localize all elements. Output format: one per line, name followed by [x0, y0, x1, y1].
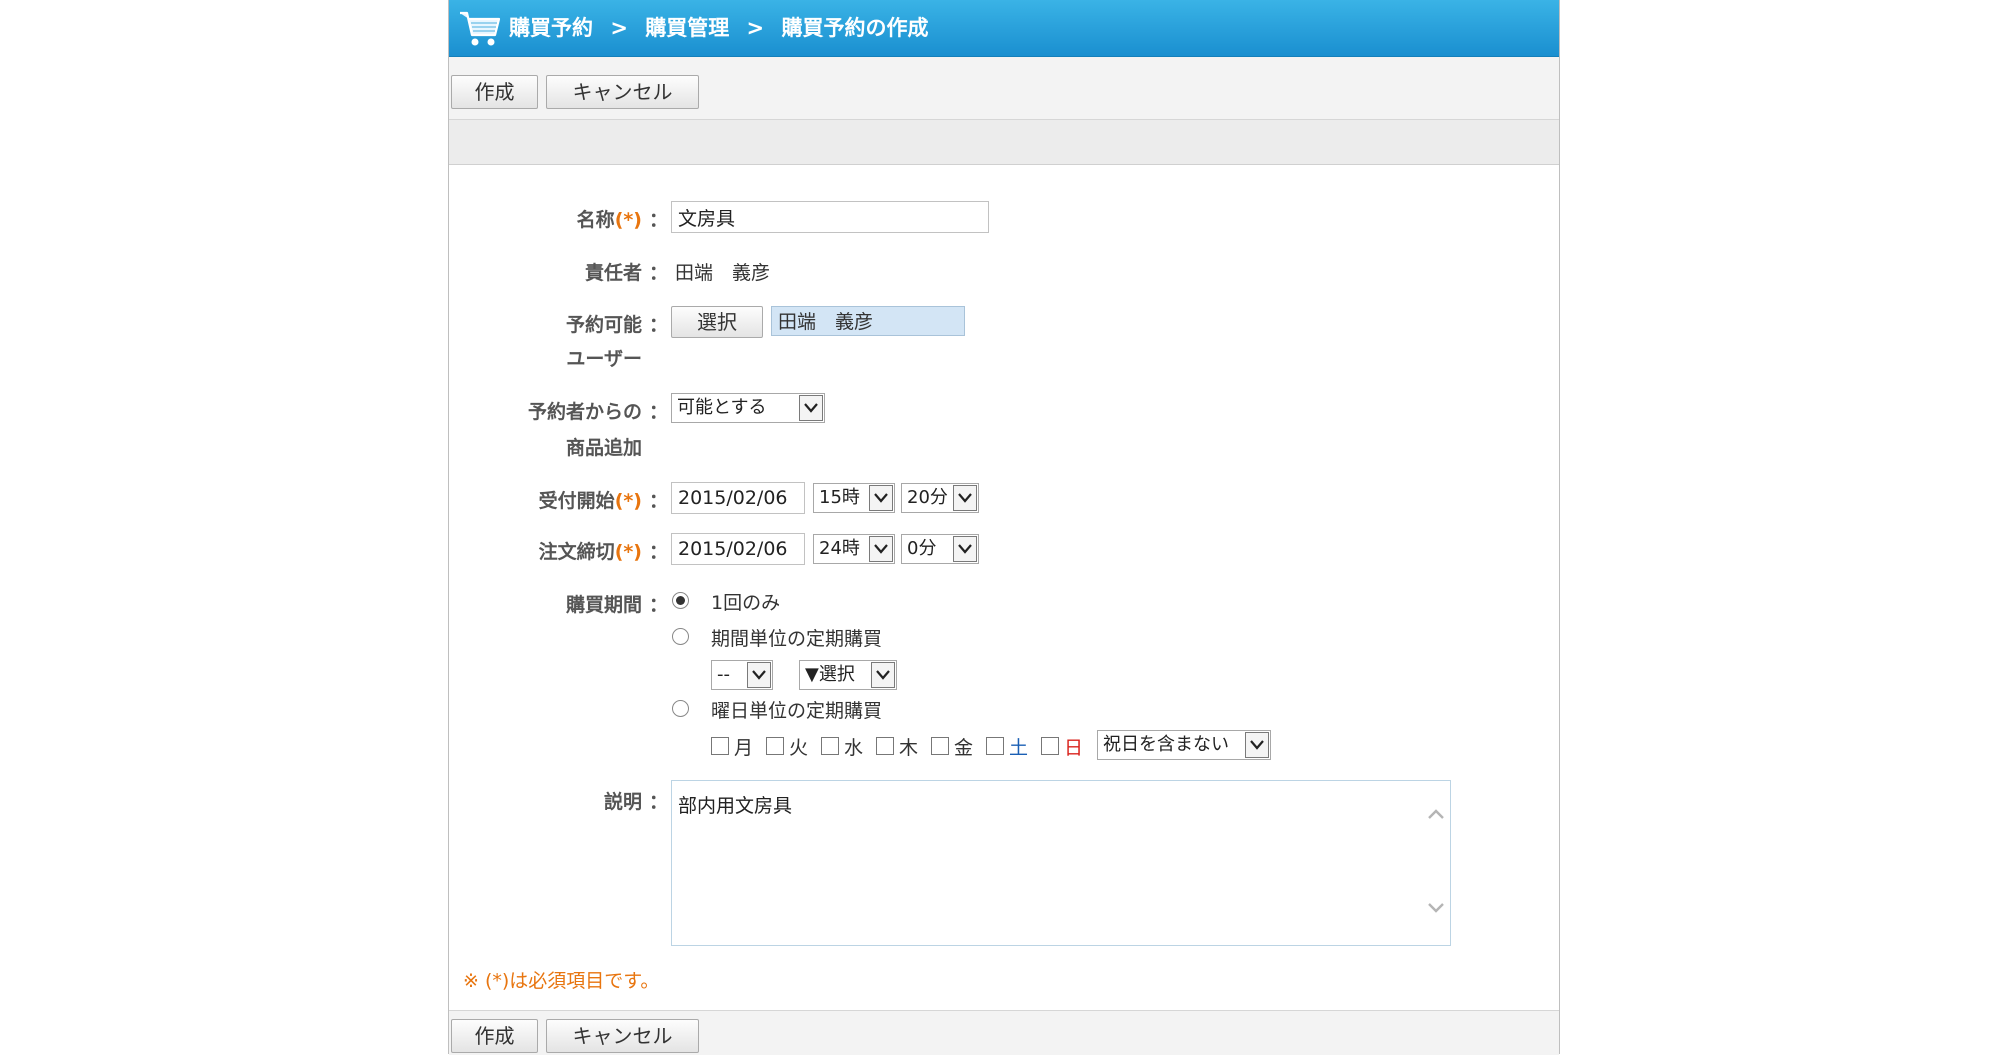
period-regular-radio[interactable]: [672, 628, 689, 645]
holiday-select[interactable]: 祝日を含まない: [1097, 730, 1271, 760]
weekday-label-thu: 木: [899, 737, 919, 759]
description-textarea[interactable]: 部内用文房具: [671, 780, 1451, 946]
colon: ：: [649, 490, 669, 512]
create-button[interactable]: 作成: [451, 75, 538, 109]
selected-user-chip[interactable]: 田端 義彦: [771, 306, 965, 336]
holiday-select-value: 祝日を含まない: [1103, 734, 1229, 755]
cancel-button[interactable]: キャンセル: [546, 1019, 699, 1053]
breadcrumb: 購買予約 > 購買管理 > 購買予約の作成: [509, 0, 938, 56]
required-mark: (*): [614, 490, 642, 512]
chevron-down-icon: [869, 485, 893, 511]
weekday-checkbox-wed[interactable]: [821, 737, 839, 755]
deadline-minute-select[interactable]: 0分: [901, 534, 979, 564]
owner-label: 責任者: [584, 262, 642, 284]
users-label-line2: ユーザー: [566, 348, 642, 370]
section-header-bar: [449, 120, 1559, 165]
deadline-hour-value: 24時: [819, 538, 860, 559]
weekday-checkbox-mon[interactable]: [711, 737, 729, 755]
weekday-label-sun: 日: [1064, 737, 1084, 759]
chevron-down-icon[interactable]: [1426, 901, 1446, 915]
breadcrumb-separator: >: [746, 16, 765, 40]
regular-interval-select[interactable]: ▼選択: [799, 660, 897, 690]
period-once-label: 1回のみ: [711, 592, 781, 614]
weekday-label-tue: 火: [789, 737, 809, 759]
weekday-label-mon: 月: [734, 737, 754, 759]
chevron-up-icon[interactable]: [1426, 807, 1446, 821]
colon: ：: [649, 791, 669, 813]
required-mark: (*): [614, 541, 642, 563]
weekday-label-sat: 土: [1009, 737, 1029, 759]
purchase-reservation-panel: 購買予約 > 購買管理 > 購買予約の作成 作成 キャンセル 名称(*) ： 責…: [448, 0, 1560, 1055]
start-hour-select[interactable]: 15時: [813, 483, 895, 513]
chevron-down-icon: [953, 485, 977, 511]
colon: ：: [649, 262, 669, 284]
select-users-button[interactable]: 選択: [671, 306, 763, 338]
start-minute-select[interactable]: 20分: [901, 483, 979, 513]
cancel-button[interactable]: キャンセル: [546, 75, 699, 109]
period-once-radio[interactable]: [672, 592, 689, 609]
colon: ：: [649, 594, 669, 616]
regular-interval-value: ▼選択: [805, 664, 855, 685]
add-item-label-line2: 商品追加: [565, 437, 642, 459]
description-value: 部内用文房具: [678, 795, 793, 817]
breadcrumb-item-create: 購買予約の作成: [781, 16, 929, 40]
description-label: 説明: [603, 791, 642, 813]
period-regular-label: 期間単位の定期購買: [711, 628, 883, 650]
chevron-down-icon: [953, 536, 977, 562]
add-item-select[interactable]: 可能とする: [671, 393, 825, 423]
deadline-hour-select[interactable]: 24時: [813, 534, 895, 564]
start-hour-value: 15時: [819, 487, 860, 508]
breadcrumb-item-purchase-reservation[interactable]: 購買予約: [509, 16, 593, 40]
colon: ：: [649, 314, 669, 336]
regular-unit-select[interactable]: --: [711, 660, 773, 690]
required-note: ※ (*)は必須項目です。: [463, 970, 660, 992]
start-date-input[interactable]: [671, 482, 805, 514]
create-button[interactable]: 作成: [451, 1019, 538, 1053]
deadline-date-input[interactable]: [671, 533, 805, 565]
colon: ：: [649, 401, 669, 423]
deadline-minute-value: 0分: [907, 538, 937, 559]
bottom-toolbar: 作成 キャンセル: [449, 1010, 1559, 1055]
colon: ：: [649, 209, 669, 231]
shopping-cart-icon: [460, 11, 501, 46]
weekday-label-wed: 水: [844, 737, 864, 759]
colon: ：: [649, 541, 669, 563]
title-bar: 購買予約 > 購買管理 > 購買予約の作成: [449, 0, 1559, 57]
owner-value: 田端 義彦: [675, 262, 771, 284]
chevron-down-icon: [747, 662, 771, 688]
chevron-down-icon: [869, 536, 893, 562]
period-label: 購買期間: [565, 594, 642, 616]
chevron-down-icon: [871, 662, 895, 688]
weekday-checkbox-fri[interactable]: [931, 737, 949, 755]
add-item-label-line1: 予約者からの: [527, 401, 642, 423]
period-weekday-radio[interactable]: [672, 700, 689, 717]
chevron-down-icon: [799, 395, 823, 421]
name-label: 名称(*): [576, 209, 642, 231]
users-label-line1: 予約可能: [565, 314, 642, 336]
period-weekday-label: 曜日単位の定期購買: [711, 700, 883, 722]
breadcrumb-separator: >: [610, 16, 628, 40]
regular-unit-value: --: [717, 664, 730, 685]
weekday-checkbox-sun[interactable]: [1041, 737, 1059, 755]
weekday-checkbox-tue[interactable]: [766, 737, 784, 755]
weekday-checkbox-thu[interactable]: [876, 737, 894, 755]
breadcrumb-item-purchase-management[interactable]: 購買管理: [645, 16, 729, 40]
deadline-label: 注文締切(*): [538, 541, 642, 563]
name-input[interactable]: [671, 201, 989, 233]
chevron-down-icon: [1245, 732, 1269, 758]
required-mark: (*): [614, 209, 642, 231]
add-item-select-value: 可能とする: [677, 397, 767, 418]
start-label: 受付開始(*): [538, 490, 642, 512]
weekday-checkbox-sat[interactable]: [986, 737, 1004, 755]
top-toolbar: 作成 キャンセル: [449, 57, 1559, 120]
weekday-label-fri: 金: [954, 737, 974, 759]
start-minute-value: 20分: [907, 487, 948, 508]
